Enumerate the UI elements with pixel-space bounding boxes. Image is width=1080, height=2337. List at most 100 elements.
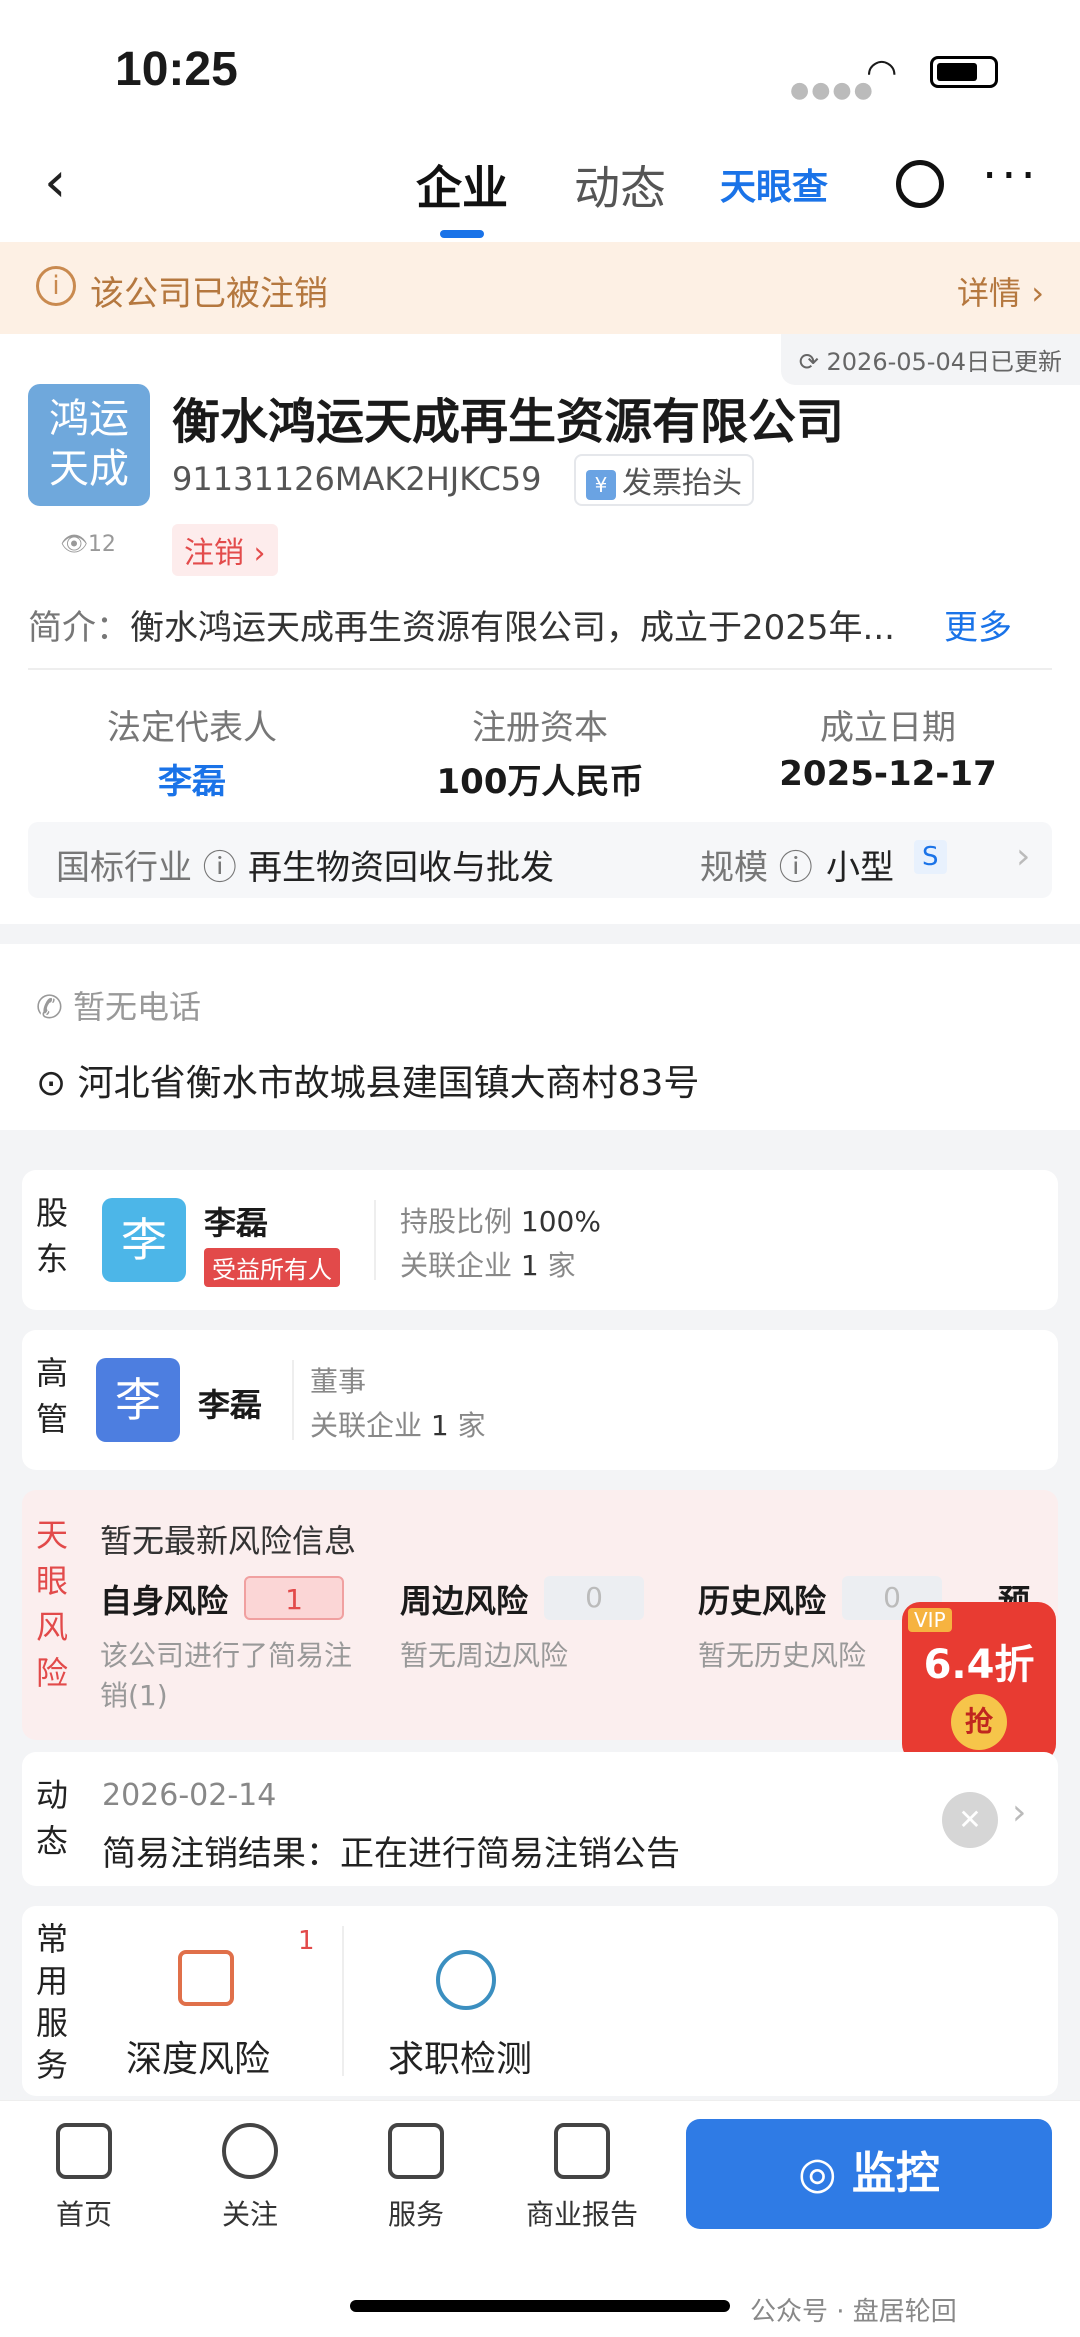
tab-news[interactable]: 动态 — [574, 152, 666, 218]
wifi-icon: ◠ — [866, 52, 898, 93]
address[interactable]: ⊙ 河北省衡水市故城县建国镇大商村83号 — [36, 1054, 699, 1106]
vip-grab: 抢 — [951, 1694, 1007, 1750]
service-deep-risk[interactable]: 深度风险 — [126, 2030, 270, 2082]
executive-name[interactable]: 李磊 — [198, 1380, 262, 1426]
self-risk-label[interactable]: 自身风险 — [100, 1576, 228, 1622]
search-icon[interactable] — [896, 160, 944, 208]
status-bar: 10:25 ●●●● ◠ — [0, 0, 1080, 130]
executive-label: 高管 — [36, 1354, 69, 1438]
vip-discount: 6.4折 — [923, 1642, 1035, 1688]
invoice-icon: ¥ — [586, 469, 616, 500]
phone-icon: ✆ — [36, 988, 63, 1026]
cancelled-banner[interactable]: i 该公司已被注销 详情 › — [0, 242, 1080, 334]
capital-label: 注册资本 — [472, 708, 608, 748]
self-risk-desc: 该公司进行了简易注销(1) — [100, 1639, 353, 1712]
more-icon[interactable]: ··· — [982, 148, 1040, 204]
tab-enterprise[interactable]: 企业 — [416, 152, 508, 218]
divider — [342, 1926, 344, 2076]
around-risk-label[interactable]: 周边风险 — [400, 1576, 528, 1622]
star-icon — [222, 2123, 278, 2179]
banner-text: 该公司已被注销 — [90, 274, 328, 314]
deep-risk-icon — [178, 1950, 234, 2006]
home-icon — [56, 2123, 112, 2179]
company-logo: 鸿运 天成 — [28, 384, 150, 506]
scale-label: 规模 ⓘ — [700, 848, 813, 888]
grid-icon — [388, 2123, 444, 2179]
history-risk-desc: 暂无历史风险 — [698, 1639, 867, 1672]
close-icon[interactable]: ✕ — [942, 1792, 998, 1848]
services-label: 常用服务 — [36, 1920, 69, 2084]
intro-more-link[interactable]: 更多 — [944, 600, 1012, 649]
back-icon[interactable]: ‹ — [44, 150, 66, 215]
report-icon — [554, 2123, 610, 2179]
legal-rep-link[interactable]: 李磊 — [32, 754, 352, 803]
date-label: 成立日期 — [820, 708, 956, 748]
chevron-right-icon: › — [1012, 1792, 1027, 1833]
capital-value: 100万人民币 — [436, 762, 644, 802]
tab-indicator — [440, 230, 484, 238]
info-icon: i — [36, 266, 76, 306]
shareholder-card[interactable]: 股东 李 李磊 受益所有人 持股比例 100% 关联企业 1 家 — [22, 1170, 1058, 1310]
monitor-button[interactable]: ◎ 监控 — [686, 2119, 1052, 2229]
divider — [374, 1200, 376, 1280]
risk-title: 暂无最新风险信息 — [100, 1522, 357, 1560]
executive-card[interactable]: 高管 李 李磊 董事 关联企业 1 家 — [22, 1330, 1058, 1470]
phone-info: ✆ 暂无电话 — [36, 988, 201, 1026]
service-badge: 1 — [298, 1926, 315, 1956]
signal-icon: ●●●● — [790, 78, 875, 103]
tab-follow[interactable]: 关注 — [180, 2123, 320, 2233]
common-services: 常用服务 1 深度风险 求职检测 — [22, 1906, 1058, 2096]
update-badge: ⟳ 2026-05-04日已更新 — [780, 334, 1080, 385]
holding-ratio: 持股比例 100% — [400, 1205, 601, 1238]
view-count: 👁12 — [60, 532, 116, 557]
date-value: 2025-12-17 — [779, 754, 997, 794]
self-risk-count: 1 — [244, 1576, 344, 1620]
chevron-right-icon: › — [1016, 836, 1031, 877]
avatar: 李 — [96, 1358, 180, 1442]
news-title: 简易注销结果：正在进行简易注销公告 — [102, 1834, 680, 1874]
company-intro: 简介：衡水鸿运天成再生资源有限公司，成立于2025年... — [28, 608, 895, 648]
top-nav: ‹ 企业 动态 天眼查 ··· — [0, 130, 1080, 242]
invoice-button[interactable]: ¥ 发票抬头 — [574, 454, 754, 506]
around-risk-desc: 暂无周边风险 — [400, 1639, 569, 1672]
battery-icon — [930, 56, 998, 88]
company-card: ⟳ 2026-05-04日已更新 鸿运 天成 👁12 衡水鸿运天成再生资源有限公司… — [0, 334, 1080, 924]
related-companies: 关联企业 1 家 — [400, 1249, 576, 1282]
status-badge[interactable]: 注销 › — [172, 524, 278, 576]
legal-rep-label: 法定代表人 — [107, 708, 277, 748]
home-indicator — [350, 2300, 730, 2312]
banner-detail-link[interactable]: 详情 › — [957, 268, 1044, 314]
related-companies: 关联企业 1 家 — [310, 1409, 486, 1442]
location-icon: ⊙ — [36, 1063, 67, 1104]
company-name: 衡水鸿运天成再生资源有限公司 — [172, 394, 845, 450]
news-date: 2026-02-14 — [102, 1778, 277, 1813]
job-check-icon — [436, 1950, 496, 2010]
divider — [28, 668, 1052, 670]
tab-home[interactable]: 首页 — [14, 2123, 154, 2233]
status-time: 10:25 — [115, 43, 238, 96]
vip-discount-button[interactable]: VIP 6.4折 抢 — [902, 1602, 1056, 1762]
history-risk-label[interactable]: 历史风险 — [698, 1576, 826, 1622]
news-card[interactable]: 动态 2026-02-14 简易注销结果：正在进行简易注销公告 ✕ › — [22, 1752, 1058, 1886]
industry-value: 再生物资回收与批发 — [248, 848, 554, 888]
vip-tag: VIP — [908, 1608, 952, 1632]
watermark: 公众号 · 盘居轮回 — [750, 2297, 957, 2327]
divider — [292, 1360, 294, 1440]
credit-code[interactable]: 91131126MAK2HJKC59 — [172, 460, 542, 498]
executive-role: 董事 — [310, 1365, 367, 1398]
service-job-check[interactable]: 求职检测 — [388, 2030, 532, 2082]
brand-logo: 天眼查 — [720, 167, 829, 208]
around-risk-count: 0 — [544, 1576, 644, 1620]
beneficial-owner-badge: 受益所有人 — [204, 1248, 340, 1287]
risk-label: 天眼风险 — [36, 1516, 69, 1692]
avatar: 李 — [102, 1198, 186, 1282]
industry-label: 国标行业 ⓘ — [56, 848, 237, 888]
shareholder-name[interactable]: 李磊 — [204, 1198, 268, 1244]
industry-row[interactable]: 国标行业 ⓘ 再生物资回收与批发 规模 ⓘ 小型 S › — [28, 822, 1052, 898]
scale-value: 小型 — [826, 848, 894, 888]
tab-business-report[interactable]: 商业报告 — [512, 2123, 652, 2233]
contact-card: ✆ 暂无电话 ⊙ 河北省衡水市故城县建国镇大商村83号 — [0, 944, 1080, 1130]
tab-services[interactable]: 服务 — [346, 2123, 486, 2233]
shareholder-label: 股东 — [36, 1194, 69, 1278]
news-label: 动态 — [36, 1776, 69, 1860]
